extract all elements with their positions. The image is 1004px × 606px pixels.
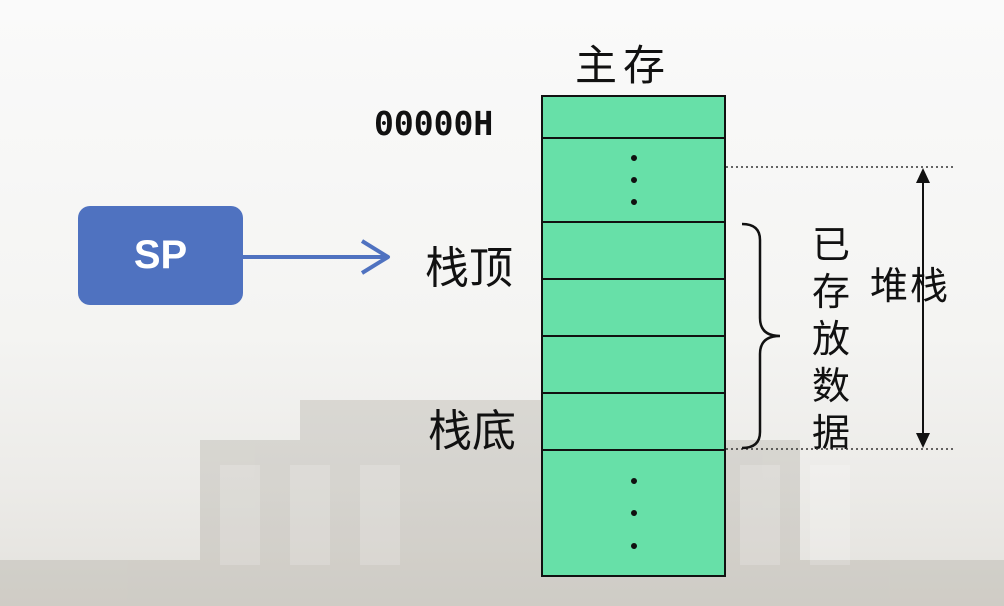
memory-cell-stack-top bbox=[541, 221, 726, 280]
memory-cell-stack bbox=[541, 335, 726, 394]
start-address-label: 00000H bbox=[374, 104, 494, 143]
memory-column bbox=[541, 95, 726, 577]
sp-label: SP bbox=[133, 233, 188, 277]
ellipsis-icon bbox=[630, 139, 637, 221]
stack-bottom-label: 栈底 bbox=[428, 406, 516, 457]
memory-cell-stack bbox=[541, 278, 726, 337]
stored-data-label: 已存放数据 bbox=[811, 223, 850, 455]
sp-register-box: SP bbox=[78, 206, 243, 305]
memory-cell-first bbox=[541, 95, 726, 139]
ellipsis-icon bbox=[630, 451, 637, 575]
memory-cell-ellipsis-lower bbox=[541, 449, 726, 577]
stack-top-label: 栈顶 bbox=[425, 243, 513, 294]
main-memory-title: 主存 bbox=[575, 41, 672, 90]
memory-cell-stack-bottom bbox=[541, 392, 726, 451]
memory-cell-ellipsis-upper bbox=[541, 137, 726, 223]
stack-label: 堆栈 bbox=[870, 264, 951, 308]
